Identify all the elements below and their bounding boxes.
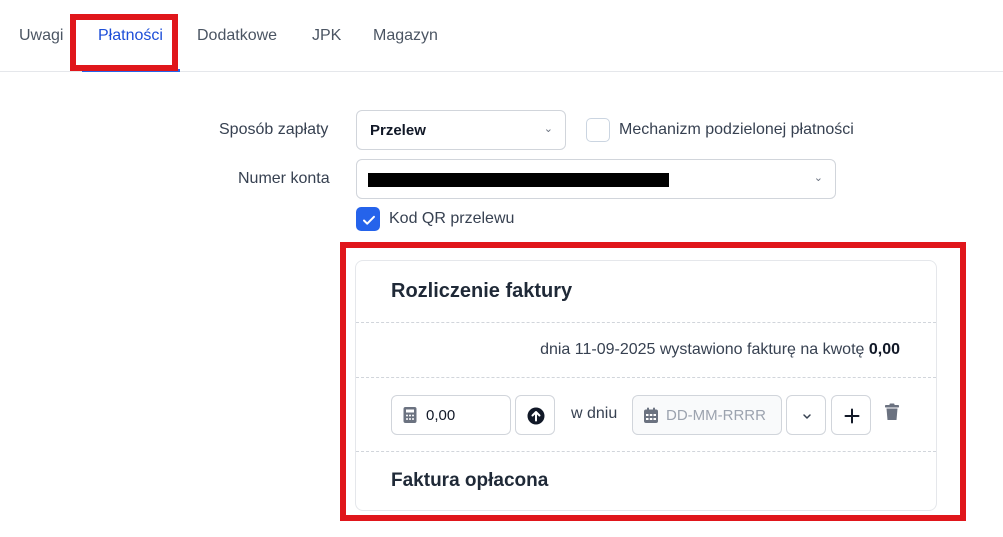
chevron-down-icon: ⌄ (543, 123, 553, 135)
highlight-box-settlement (340, 242, 966, 521)
qr-code-label: Kod QR przelewu (389, 210, 515, 227)
payment-method-label: Sposób zapłaty (219, 121, 329, 138)
account-number-redacted (368, 173, 669, 187)
payment-method-value: Przelew (370, 122, 426, 139)
chevron-down-icon: ⌄ (813, 172, 823, 184)
check-icon (363, 215, 375, 225)
qr-code-checkbox[interactable] (356, 207, 380, 231)
tab-uwagi[interactable]: Uwagi (19, 27, 63, 45)
tab-jpk[interactable]: JPK (312, 27, 341, 45)
account-number-label: Numer konta (238, 170, 330, 187)
payment-method-select[interactable]: Przelew ⌄ (356, 110, 566, 150)
split-payment-label: Mechanizm podzielonej płatności (619, 121, 854, 138)
highlight-box-tab (70, 14, 178, 71)
tab-magazyn[interactable]: Magazyn (373, 27, 438, 45)
split-payment-checkbox[interactable] (586, 118, 610, 142)
tab-dodatkowe[interactable]: Dodatkowe (197, 27, 277, 45)
